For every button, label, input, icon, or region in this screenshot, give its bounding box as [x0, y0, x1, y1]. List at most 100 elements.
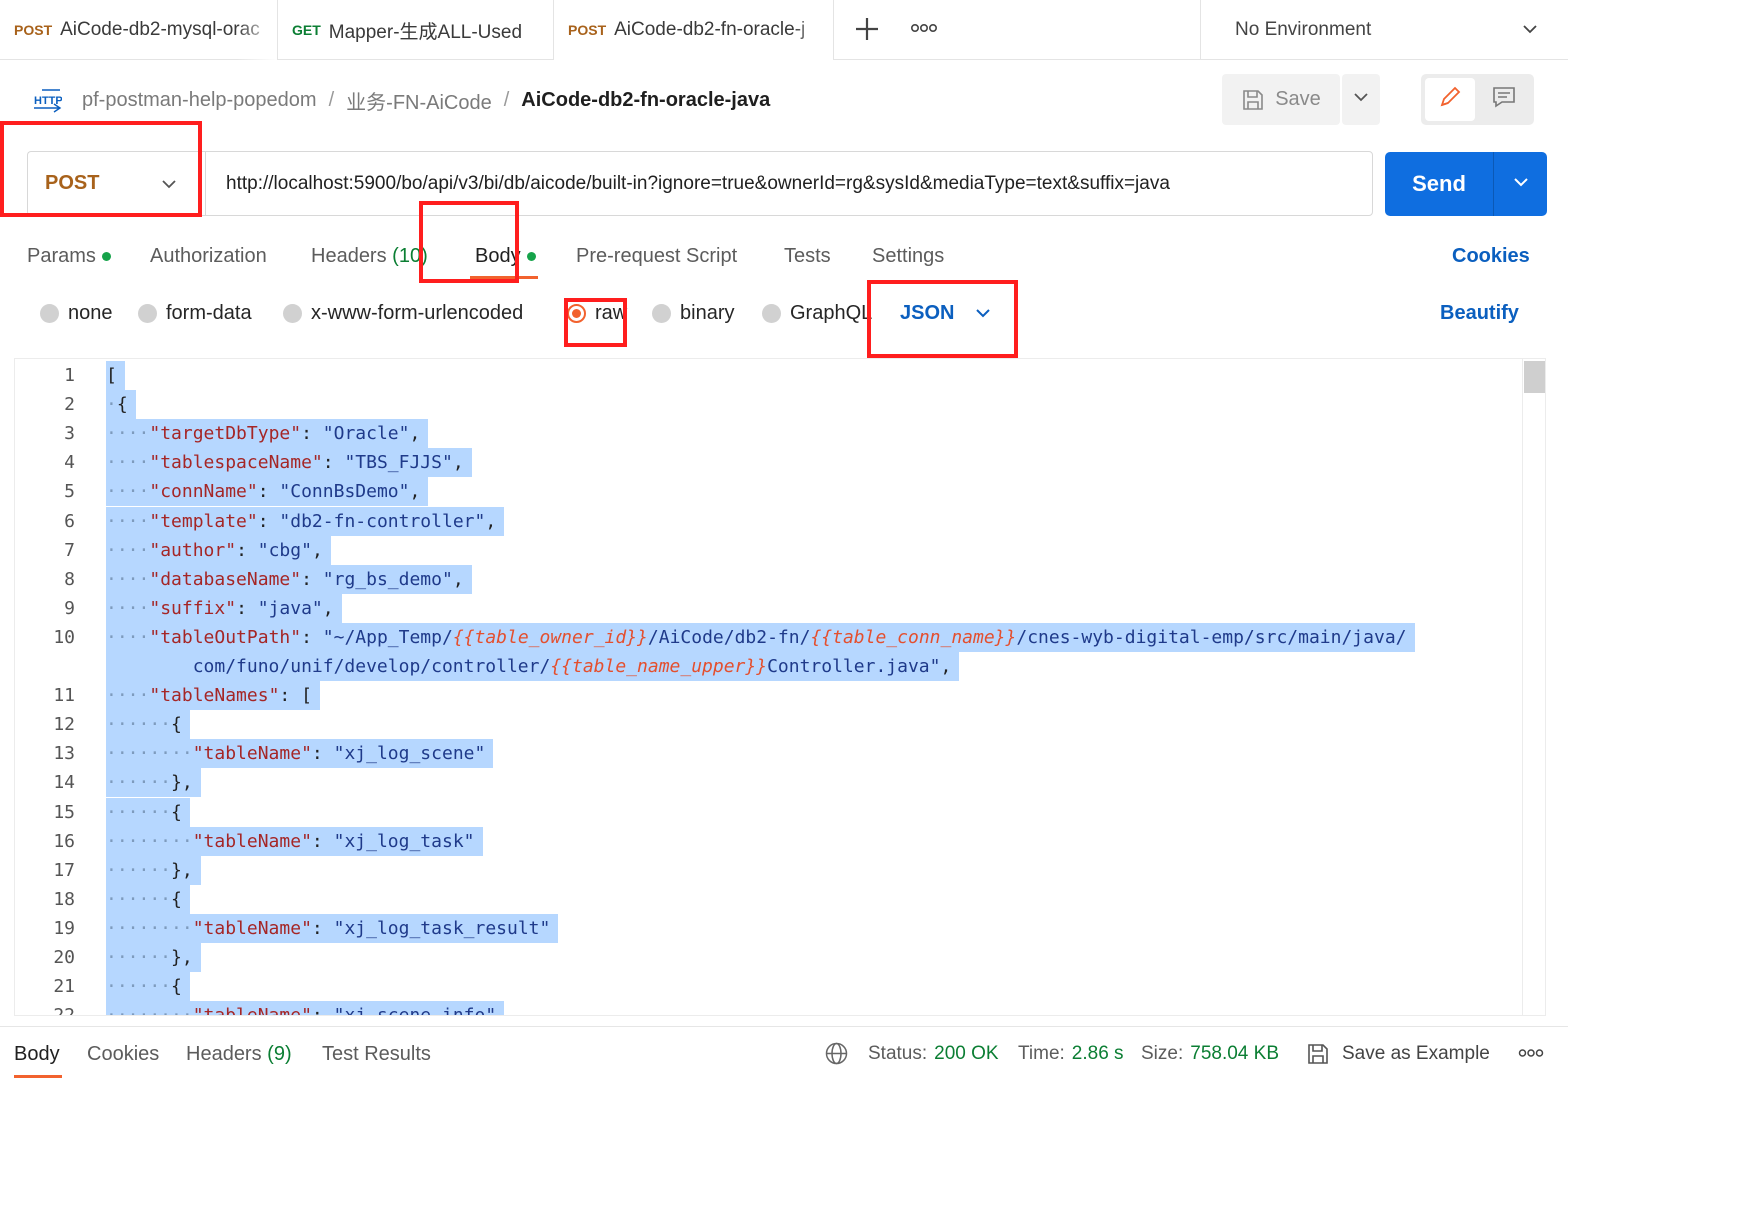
line-number: 18	[53, 888, 75, 910]
line-number: 6	[64, 510, 75, 532]
response-tab-body[interactable]: Body	[14, 1038, 60, 1070]
format-selector[interactable]: JSON	[900, 297, 992, 329]
plus-icon[interactable]	[852, 14, 882, 44]
line-number: 16	[53, 830, 75, 852]
json-punctuation: ,	[940, 656, 952, 677]
json-string: /AiCode/db2-fn/	[647, 626, 811, 648]
more-icon[interactable]	[1518, 1046, 1544, 1060]
breadcrumb: HTTP pf-postman-help-popedom / 业务-FN-AiC…	[34, 80, 770, 120]
radio-circle	[40, 303, 59, 323]
code-line: ···· "tableOutPath": "~/App_Temp/{{table_…	[106, 622, 1415, 652]
response-tab-cookies[interactable]: Cookies	[87, 1038, 159, 1070]
comments-button[interactable]	[1479, 78, 1529, 121]
request-tab-bar: POST AiCode-db2-mysql-orac GET Mapper-生成…	[0, 0, 1568, 60]
json-string: "xj_log_scene"	[333, 743, 486, 765]
body-type-none[interactable]: none	[40, 297, 113, 329]
json-punctuation: :	[311, 1005, 334, 1016]
body-type-form-data[interactable]: form-data	[138, 297, 252, 329]
url-input[interactable]: http://localhost:5900/bo/api/v3/bi/db/ai…	[205, 151, 1373, 216]
comment-icon	[1491, 84, 1517, 115]
json-key: "template"	[149, 510, 258, 532]
time-label: Time:	[1018, 1043, 1065, 1064]
whitespace-marker: ······	[106, 772, 172, 794]
tab-body[interactable]: Body	[475, 236, 536, 276]
request-tab-1[interactable]: POST AiCode-db2-mysql-orac	[0, 0, 278, 60]
save-as-example-label: Save as Example	[1342, 1043, 1490, 1064]
tab-params[interactable]: Params	[27, 236, 111, 276]
line-number: 22	[53, 1005, 75, 1016]
code-area[interactable]: [·{···· "targetDbType": "Oracle", ···· "tab…	[106, 359, 1520, 1016]
headers-count: (10)	[392, 244, 428, 267]
line-number: 8	[64, 568, 75, 590]
whitespace-marker: ····	[106, 539, 150, 561]
json-string: "cbg"	[257, 539, 312, 561]
save-as-example-button[interactable]: Save as Example	[1306, 1038, 1490, 1070]
environment-selector[interactable]: No Environment	[1200, 0, 1568, 60]
json-punctuation: :	[257, 510, 280, 532]
whitespace-marker: ······	[106, 801, 172, 823]
tab-tests[interactable]: Tests	[784, 236, 831, 276]
whitespace-marker: ····	[106, 597, 150, 619]
globe-icon[interactable]	[824, 1041, 849, 1066]
json-string: "rg_bs_demo"	[322, 568, 453, 590]
response-tab-headers[interactable]: Headers (9)	[186, 1038, 292, 1070]
request-tab-3-active[interactable]: POST AiCode-db2-fn-oracle-j	[554, 0, 834, 60]
json-key: "author"	[149, 539, 237, 561]
save-button[interactable]: Save	[1222, 74, 1340, 125]
scrollbar-track[interactable]	[1522, 359, 1545, 1015]
tab-fade	[793, 0, 833, 60]
tab-settings[interactable]: Settings	[872, 236, 944, 276]
response-tab-test-results[interactable]: Test Results	[322, 1038, 431, 1070]
edit-mode-button[interactable]	[1425, 78, 1475, 121]
cookies-link[interactable]: Cookies	[1452, 236, 1530, 276]
tab-headers[interactable]: Headers (10)	[311, 236, 428, 276]
body-type-urlencoded[interactable]: x-www-form-urlencoded	[283, 297, 523, 329]
status-dot	[526, 251, 536, 261]
whitespace-marker: ······	[106, 976, 172, 998]
json-punctuation: :	[279, 685, 302, 707]
code-line: com/funo/unif/develop/controller/{{table…	[106, 652, 960, 681]
tab-authorization[interactable]: Authorization	[150, 236, 267, 276]
more-icon[interactable]	[910, 20, 938, 36]
whitespace-marker: ····	[106, 626, 150, 648]
breadcrumb-request-name[interactable]: AiCode-db2-fn-oracle-java	[521, 89, 770, 112]
breadcrumb-folder[interactable]: 业务-FN-AiCode	[346, 86, 492, 115]
json-punctuation: :	[311, 743, 334, 765]
line-number: 7	[64, 539, 75, 561]
send-button[interactable]: Send	[1385, 152, 1493, 216]
json-string: "~/App_Temp/	[322, 626, 453, 648]
beautify-button[interactable]: Beautify	[1440, 297, 1519, 329]
save-options-button[interactable]	[1342, 74, 1380, 125]
json-punctuation: ,	[311, 539, 323, 561]
breadcrumb-collection[interactable]: pf-postman-help-popedom	[82, 89, 317, 112]
http-icon: HTTP	[34, 87, 63, 113]
code-line: ·{	[106, 390, 136, 420]
tab-method: POST	[568, 22, 607, 38]
send-options-button[interactable]	[1494, 152, 1547, 216]
line-number: 20	[53, 947, 75, 968]
json-key: "databaseName"	[149, 568, 302, 590]
whitespace-marker: ········	[106, 830, 193, 852]
whitespace-marker: ····	[106, 452, 150, 474]
body-type-graphql[interactable]: GraphQL	[762, 297, 872, 329]
code-editor[interactable]: 1 2 3 4 5 6 7 8 9 10 11 12 13 14 15 16 17 18 19 20 21 22 [·{·…	[14, 358, 1546, 1016]
body-type-binary[interactable]: binary	[652, 297, 734, 329]
code-line: ······{	[106, 797, 190, 827]
tab-pre-request-script[interactable]: Pre-request Script	[576, 236, 737, 276]
code-line: ···· "suffix": "java",	[106, 593, 342, 623]
code-line: ········ "tableName": "xj_log_scene"	[106, 739, 494, 769]
request-tab-2[interactable]: GET Mapper-生成ALL-Used	[278, 0, 554, 60]
line-number: 2	[64, 394, 75, 416]
body-type-raw[interactable]: raw	[567, 297, 627, 329]
radio-label: none	[68, 301, 113, 324]
method-selector[interactable]: POST	[27, 151, 205, 216]
chevron-down-icon	[1352, 88, 1370, 111]
view-mode-toggle	[1421, 74, 1534, 125]
send-button-group: Send	[1385, 152, 1547, 216]
scrollbar-thumb[interactable]	[1524, 361, 1545, 393]
whitespace-marker: ····	[106, 685, 150, 707]
json-string: "TBS_FJJS"	[344, 452, 453, 474]
json-key: "tableNames"	[149, 685, 280, 707]
tab-tests-label: Tests	[784, 244, 831, 267]
